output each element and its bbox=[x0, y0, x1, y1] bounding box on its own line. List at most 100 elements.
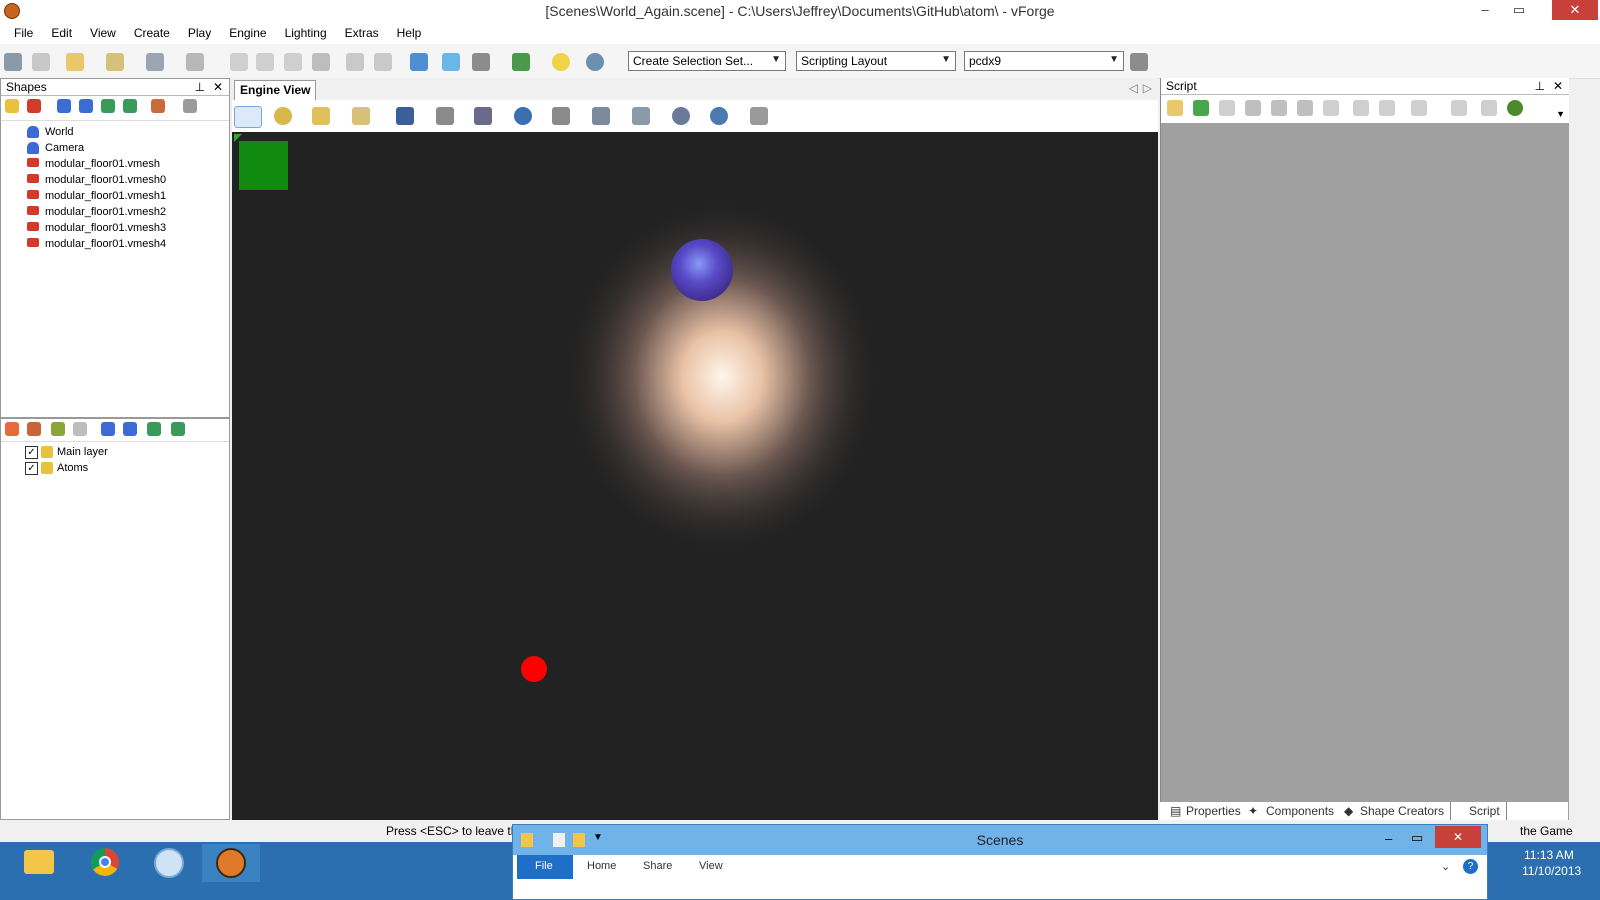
camera-speed-icon[interactable] bbox=[474, 107, 492, 125]
run-icon[interactable] bbox=[1411, 100, 1427, 116]
add-folder-icon[interactable] bbox=[5, 99, 19, 113]
check-icon[interactable] bbox=[1481, 100, 1497, 116]
zoom-icon[interactable] bbox=[710, 107, 728, 125]
shape-tree-item[interactable]: modular_floor01.vmesh1 bbox=[1, 188, 229, 204]
move-up-icon[interactable] bbox=[79, 99, 93, 113]
layer-visibility-checkbox[interactable]: ✓ bbox=[25, 446, 38, 459]
delete-icon[interactable] bbox=[73, 422, 87, 436]
close-icon[interactable]: ✕ bbox=[213, 79, 223, 95]
explorer-close-button[interactable]: ✕ bbox=[1435, 826, 1481, 848]
pin-icon[interactable]: ⊥ bbox=[195, 79, 205, 95]
sort-az-icon[interactable] bbox=[101, 99, 115, 113]
platform-dropdown[interactable]: pcdx9 ▼ bbox=[964, 51, 1124, 71]
save-all-icon[interactable] bbox=[1297, 100, 1313, 116]
explorer-maximize-button[interactable]: ▭ bbox=[1411, 830, 1423, 846]
menu-engine[interactable]: Engine bbox=[220, 22, 275, 44]
export-icon[interactable] bbox=[186, 53, 204, 71]
new-script-icon[interactable] bbox=[1167, 100, 1183, 116]
shape-tree-item[interactable]: modular_floor01.vmesh3 bbox=[1, 220, 229, 236]
save-icon[interactable] bbox=[1245, 100, 1261, 116]
filter-icon[interactable] bbox=[151, 99, 165, 113]
selection-set-dropdown[interactable]: Create Selection Set... ▼ bbox=[628, 51, 786, 71]
shape-tree-item[interactable]: World bbox=[1, 124, 229, 140]
shield-icon[interactable] bbox=[632, 107, 650, 125]
engine-viewport[interactable] bbox=[232, 132, 1158, 820]
format-icon[interactable] bbox=[1451, 100, 1467, 116]
move-up-icon[interactable] bbox=[123, 422, 137, 436]
debug-icon[interactable] bbox=[672, 107, 690, 125]
menu-play[interactable]: Play bbox=[179, 22, 220, 44]
close-button[interactable]: ✕ bbox=[1552, 0, 1598, 20]
menu-view[interactable]: View bbox=[81, 22, 125, 44]
redo-icon[interactable] bbox=[374, 53, 392, 71]
sort-za-icon[interactable] bbox=[171, 422, 185, 436]
menu-extras[interactable]: Extras bbox=[336, 22, 388, 44]
clock-time[interactable]: 11:13 AM bbox=[1524, 848, 1574, 862]
open-script-icon[interactable] bbox=[1193, 100, 1209, 116]
rotate-gizmo-icon[interactable] bbox=[274, 107, 292, 125]
device-icon[interactable] bbox=[1130, 53, 1148, 71]
new-scene-icon[interactable] bbox=[66, 53, 84, 71]
paste-icon[interactable] bbox=[284, 53, 302, 71]
delete-icon[interactable] bbox=[312, 53, 330, 71]
tab-shape-creators[interactable]: Shape Creators bbox=[1360, 802, 1444, 820]
tab-scroll-left-icon[interactable]: ◁ bbox=[1129, 81, 1138, 95]
import-layer-icon[interactable] bbox=[27, 422, 41, 436]
explorer-minimize-button[interactable]: – bbox=[1385, 831, 1392, 846]
move-down-icon[interactable] bbox=[57, 99, 71, 113]
layer-folder-icon[interactable] bbox=[51, 422, 65, 436]
minimize-button[interactable]: – bbox=[1468, 0, 1502, 20]
ribbon-file-tab[interactable]: File bbox=[517, 855, 573, 879]
shape-tree-item[interactable]: modular_floor01.vmesh4 bbox=[1, 236, 229, 252]
shape-tree-item[interactable]: modular_floor01.vmesh bbox=[1, 156, 229, 172]
camera-move-icon[interactable] bbox=[436, 107, 454, 125]
import-icon[interactable] bbox=[1219, 100, 1235, 116]
tools-icon[interactable] bbox=[472, 53, 490, 71]
sort-za-icon[interactable] bbox=[123, 99, 137, 113]
undo-icon[interactable] bbox=[346, 53, 364, 71]
menu-edit[interactable]: Edit bbox=[42, 22, 81, 44]
save-as-icon[interactable] bbox=[1271, 100, 1287, 116]
shape-tree-item[interactable]: modular_floor01.vmesh2 bbox=[1, 204, 229, 220]
move-gizmo-icon[interactable] bbox=[234, 106, 262, 128]
clock-date[interactable]: 11/10/2013 bbox=[1522, 864, 1581, 878]
delete-icon[interactable] bbox=[27, 99, 41, 113]
menu-help[interactable]: Help bbox=[388, 22, 431, 44]
vforge-taskbar-icon[interactable] bbox=[202, 844, 260, 882]
bug-icon[interactable] bbox=[1507, 100, 1523, 116]
chevron-down-icon[interactable]: ⌄ bbox=[1441, 860, 1450, 873]
redo-icon[interactable] bbox=[1379, 100, 1395, 116]
chart-icon[interactable] bbox=[512, 53, 530, 71]
pin-icon[interactable]: ⊥ bbox=[1535, 78, 1545, 94]
shape-tree-item[interactable]: Camera bbox=[1, 140, 229, 156]
file-explorer-icon[interactable] bbox=[10, 844, 68, 882]
tools-icon[interactable] bbox=[183, 99, 197, 113]
tab-components[interactable]: Components bbox=[1266, 802, 1334, 820]
measure-icon[interactable] bbox=[352, 107, 370, 125]
help-icon[interactable]: ? bbox=[1463, 859, 1478, 874]
layer-visibility-checkbox[interactable]: ✓ bbox=[25, 462, 38, 475]
shape-tree-item[interactable]: modular_floor01.vmesh0 bbox=[1, 172, 229, 188]
tab-script[interactable]: Script bbox=[1450, 802, 1507, 821]
eye-icon[interactable] bbox=[586, 53, 604, 71]
settings-gear-icon[interactable] bbox=[4, 53, 22, 71]
save-icon[interactable] bbox=[146, 53, 164, 71]
app-icon[interactable] bbox=[140, 844, 198, 882]
tab-properties[interactable]: Properties bbox=[1186, 802, 1241, 820]
copy-icon[interactable] bbox=[1323, 100, 1339, 116]
snap-icon[interactable] bbox=[552, 107, 570, 125]
tools-icon[interactable] bbox=[750, 107, 768, 125]
package-icon[interactable] bbox=[32, 53, 50, 71]
tab-scroll-right-icon[interactable]: ▷ bbox=[1143, 81, 1152, 95]
new-layer-icon[interactable] bbox=[5, 422, 19, 436]
ribbon-home-tab[interactable]: Home bbox=[587, 860, 616, 872]
cut-icon[interactable] bbox=[230, 53, 248, 71]
ribbon-share-tab[interactable]: Share bbox=[643, 860, 672, 872]
restore-button[interactable]: ▭ bbox=[1502, 0, 1536, 20]
menu-create[interactable]: Create bbox=[125, 22, 179, 44]
window-layout-icon[interactable] bbox=[410, 53, 428, 71]
sort-az-icon[interactable] bbox=[147, 422, 161, 436]
scale-gizmo-icon[interactable] bbox=[312, 107, 330, 125]
open-scene-icon[interactable] bbox=[106, 53, 124, 71]
tab-engine-view[interactable]: Engine View bbox=[234, 80, 317, 100]
